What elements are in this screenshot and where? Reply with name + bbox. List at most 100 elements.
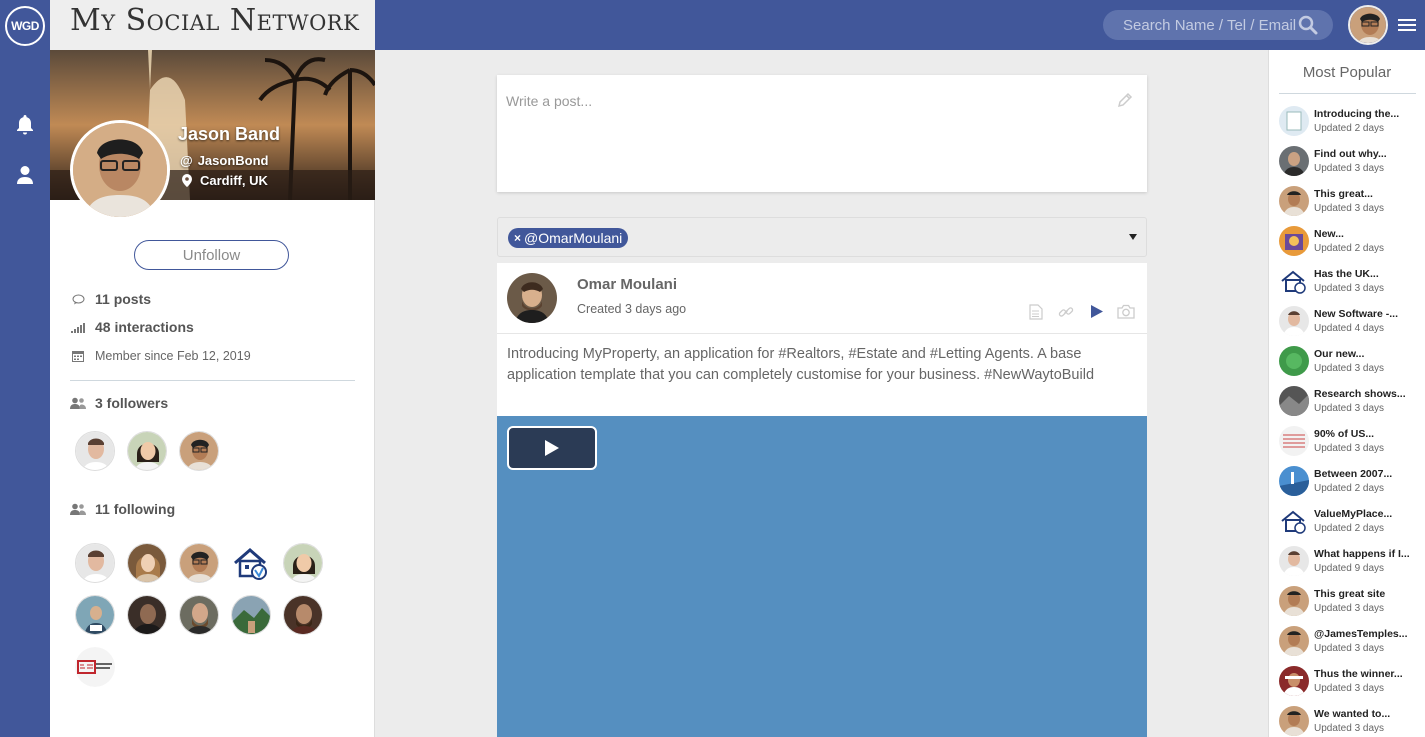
video-play-button[interactable]	[507, 426, 597, 470]
popular-item[interactable]: @JamesTemples... Updated 3 days	[1279, 622, 1424, 662]
popular-item-title[interactable]: Has the UK...	[1314, 268, 1424, 280]
search-icon[interactable]	[1298, 15, 1318, 35]
search-box[interactable]	[1103, 10, 1333, 40]
popular-item-title[interactable]: Between 2007...	[1314, 468, 1424, 480]
popular-item-thumbnail	[1279, 306, 1309, 336]
following-avatar[interactable]	[127, 543, 167, 583]
following-avatar[interactable]	[127, 595, 167, 635]
interactions-stat[interactable]: 48 interactions	[70, 319, 194, 335]
popular-item-title[interactable]: What happens if I...	[1314, 548, 1424, 560]
popular-item[interactable]: Find out why... Updated 3 days	[1279, 142, 1424, 182]
popular-item[interactable]: We wanted to... Updated 3 days	[1279, 702, 1424, 737]
remove-tag-icon[interactable]: ×	[514, 231, 521, 245]
popular-item-date: Updated 3 days	[1314, 443, 1385, 454]
popular-item[interactable]: This great... Updated 3 days	[1279, 182, 1424, 222]
most-popular-panel: Most Popular Introducing the... Updated 2…	[1268, 50, 1425, 737]
popular-item-title[interactable]: 90% of US...	[1314, 428, 1424, 440]
popular-item-title[interactable]: @JamesTemples...	[1314, 628, 1424, 640]
bell-icon[interactable]	[13, 113, 37, 137]
caret-down-icon[interactable]	[1129, 234, 1137, 240]
popular-item-thumbnail	[1279, 226, 1309, 256]
following-avatar[interactable]	[75, 543, 115, 583]
popular-item-date: Updated 2 days	[1314, 483, 1385, 494]
user-icon[interactable]	[13, 163, 37, 187]
pencil-icon[interactable]	[1117, 92, 1133, 108]
divider	[497, 333, 1147, 334]
popular-item[interactable]: ValueMyPlace... Updated 2 days	[1279, 502, 1424, 542]
popular-item-title[interactable]: Research shows...	[1314, 388, 1424, 400]
popular-item-thumbnail	[1279, 506, 1309, 536]
following-avatar[interactable]	[179, 595, 219, 635]
popular-item-title[interactable]: New Software -...	[1314, 308, 1424, 320]
popular-item-title[interactable]: ValueMyPlace...	[1314, 508, 1424, 520]
link-icon[interactable]	[1058, 304, 1074, 320]
popular-item[interactable]: This great site Updated 3 days	[1279, 582, 1424, 622]
popular-item-title[interactable]: Introducing the...	[1314, 108, 1424, 120]
popular-item[interactable]: Between 2007... Updated 2 days	[1279, 462, 1424, 502]
popular-item[interactable]: Thus the winner... Updated 3 days	[1279, 662, 1424, 702]
author-filter-select[interactable]: × @OmarMoulani	[497, 217, 1147, 257]
current-user-avatar[interactable]	[1348, 5, 1388, 45]
follower-avatar[interactable]	[127, 431, 167, 471]
following-avatar[interactable]	[75, 595, 115, 635]
filter-tag[interactable]: × @OmarMoulani	[508, 228, 629, 248]
popular-item-date: Updated 2 days	[1314, 523, 1385, 534]
divider	[70, 380, 355, 381]
document-icon[interactable]	[1029, 304, 1043, 320]
following-avatar[interactable]	[179, 543, 219, 583]
popular-item[interactable]: New Software -... Updated 4 days	[1279, 302, 1424, 342]
following-count: 11 following	[95, 501, 176, 517]
play-icon[interactable]	[1090, 304, 1104, 319]
users-icon	[70, 502, 86, 516]
signal-icon	[70, 320, 86, 334]
following-heading[interactable]: 11 following	[70, 501, 175, 517]
post-created-time: Created 3 days ago	[577, 302, 687, 316]
posts-count: 11 posts	[95, 291, 152, 307]
post-input[interactable]	[497, 75, 1147, 192]
popular-item-title[interactable]: Our new...	[1314, 348, 1424, 360]
popular-item-title[interactable]: Find out why...	[1314, 148, 1424, 160]
app-title: My Social Network	[50, 0, 375, 50]
app-logo[interactable]: WGD	[5, 6, 45, 46]
post-author-avatar[interactable]	[507, 273, 557, 323]
follower-avatar[interactable]	[75, 431, 115, 471]
popular-item[interactable]: New... Updated 2 days	[1279, 222, 1424, 262]
profile-avatar	[70, 120, 170, 220]
following-avatar[interactable]	[283, 595, 323, 635]
popular-item-thumbnail	[1279, 706, 1309, 736]
popular-item[interactable]: Has the UK... Updated 3 days	[1279, 262, 1424, 302]
calendar-icon	[70, 349, 86, 363]
popular-item-title[interactable]: New...	[1314, 228, 1424, 240]
popular-item[interactable]: Our new... Updated 3 days	[1279, 342, 1424, 382]
unfollow-button[interactable]: Unfollow	[134, 240, 289, 270]
following-avatar[interactable]	[231, 595, 271, 635]
comment-icon	[70, 292, 86, 306]
popular-item[interactable]: 90% of US... Updated 3 days	[1279, 422, 1424, 462]
filter-tag-label: @OmarMoulani	[524, 230, 623, 246]
profile-handle-row: @ JasonBond	[180, 153, 268, 168]
popular-item-thumbnail	[1279, 466, 1309, 496]
popular-item-date: Updated 3 days	[1314, 643, 1385, 654]
member-since-stat: Member since Feb 12, 2019	[70, 349, 251, 363]
provideo-logo-icon[interactable]	[75, 647, 115, 687]
follower-avatar[interactable]	[179, 431, 219, 471]
followers-heading[interactable]: 3 followers	[70, 395, 168, 411]
play-icon	[545, 440, 559, 456]
profile-location-row: Cardiff, UK	[182, 173, 268, 188]
popular-item-title[interactable]: We wanted to...	[1314, 708, 1424, 720]
popular-item-title[interactable]: This great...	[1314, 188, 1424, 200]
popular-item[interactable]: Research shows... Updated 3 days	[1279, 382, 1424, 422]
popular-item-title[interactable]: Thus the winner...	[1314, 668, 1424, 680]
video-player[interactable]	[497, 416, 1147, 737]
camera-icon[interactable]	[1117, 304, 1135, 319]
search-input[interactable]	[1123, 16, 1298, 34]
posts-stat[interactable]: 11 posts	[70, 291, 151, 307]
following-avatar[interactable]	[283, 543, 323, 583]
popular-item[interactable]: What happens if I... Updated 9 days	[1279, 542, 1424, 582]
popular-item-date: Updated 3 days	[1314, 683, 1385, 694]
house-logo-icon[interactable]	[231, 543, 271, 583]
hamburger-menu-icon[interactable]	[1398, 18, 1416, 32]
popular-item[interactable]: Introducing the... Updated 2 days	[1279, 102, 1424, 142]
popular-item-title[interactable]: This great site	[1314, 588, 1424, 600]
post-author-name[interactable]: Omar Moulani	[577, 276, 677, 293]
